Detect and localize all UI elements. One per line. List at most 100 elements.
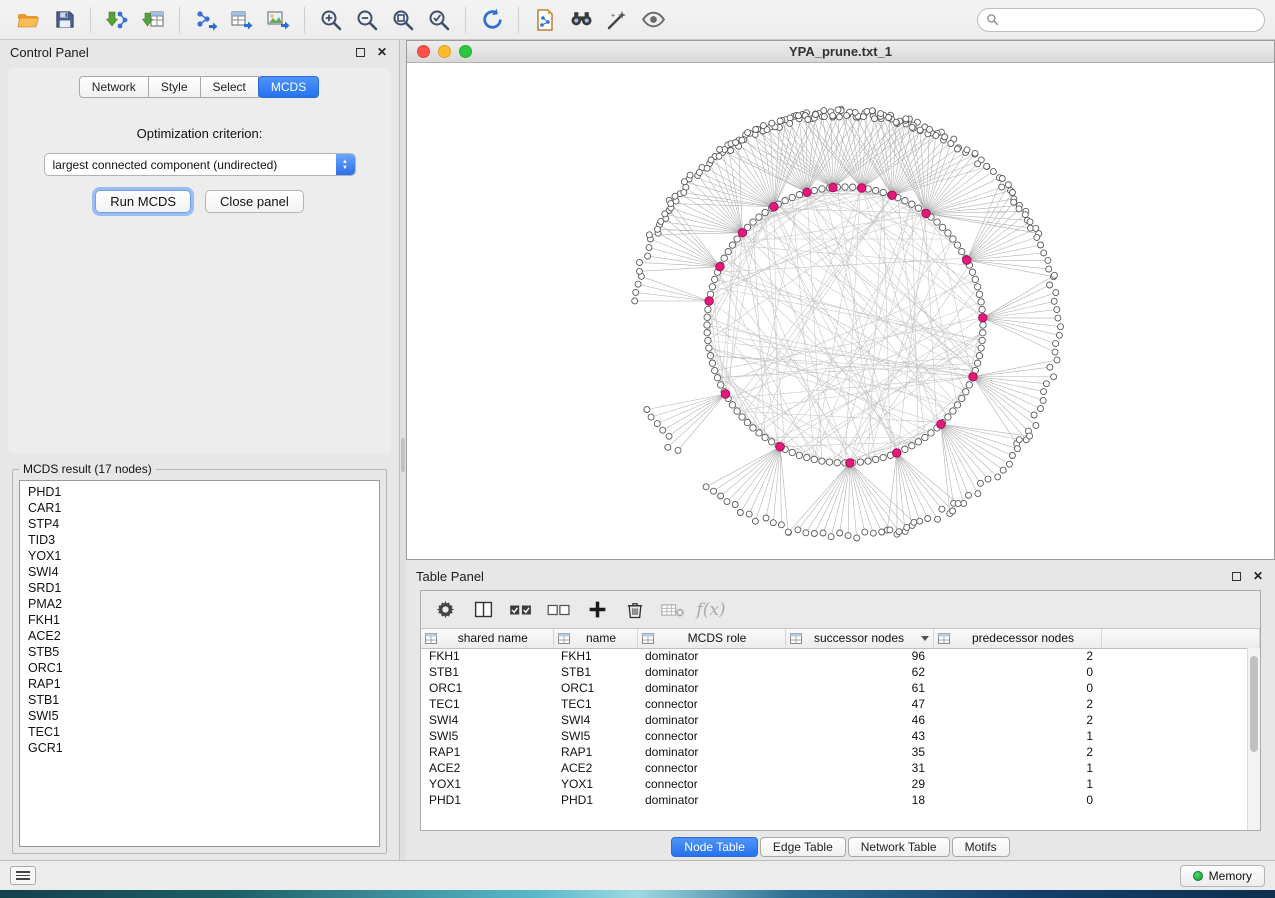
network-node[interactable] — [830, 113, 836, 119]
network-node[interactable] — [703, 484, 709, 490]
network-node[interactable] — [959, 395, 965, 401]
network-node[interactable] — [1046, 266, 1052, 272]
network-node[interactable] — [904, 524, 910, 530]
mcds-result-item[interactable]: CAR1 — [28, 500, 371, 516]
column-header-successor-nodes[interactable]: successor nodes — [785, 629, 933, 648]
table-row[interactable]: PHD1PHD1dominator180 — [421, 792, 1260, 808]
close-panel-icon[interactable]: ✕ — [1251, 569, 1265, 583]
panel-menu-icon[interactable] — [10, 866, 36, 885]
network-node[interactable] — [976, 353, 982, 359]
network-canvas[interactable] — [407, 63, 1274, 559]
network-node[interactable] — [995, 474, 1001, 480]
network-node[interactable] — [672, 193, 678, 199]
network-node[interactable] — [1033, 225, 1039, 231]
mcds-result-item[interactable]: STP4 — [28, 516, 371, 532]
gear-icon[interactable] — [433, 598, 457, 622]
network-node[interactable] — [1038, 406, 1044, 412]
network-node[interactable] — [769, 120, 775, 126]
network-node[interactable] — [1022, 212, 1028, 218]
network-node[interactable] — [972, 150, 978, 156]
network-node[interactable] — [1053, 341, 1059, 347]
mcds-result-item[interactable]: RAP1 — [28, 676, 371, 692]
float-panel-icon[interactable] — [1229, 569, 1243, 583]
style-wand-icon[interactable] — [602, 5, 632, 35]
network-node[interactable] — [646, 232, 652, 238]
network-node[interactable] — [756, 214, 762, 220]
mcds-result-item[interactable]: SWI4 — [28, 564, 371, 580]
mcds-dominator-node[interactable] — [937, 420, 945, 428]
mcds-dominator-node[interactable] — [979, 314, 987, 322]
network-node[interactable] — [789, 449, 795, 455]
import-table-icon[interactable] — [138, 5, 168, 35]
network-node[interactable] — [902, 446, 908, 452]
network-node[interactable] — [681, 179, 687, 185]
network-node[interactable] — [635, 281, 641, 287]
mcds-dominator-node[interactable] — [776, 443, 784, 451]
network-node[interactable] — [770, 520, 776, 526]
network-node[interactable] — [662, 211, 668, 217]
network-node[interactable] — [712, 367, 718, 373]
network-node[interactable] — [1040, 397, 1046, 403]
network-node[interactable] — [837, 530, 843, 536]
network-node[interactable] — [1014, 446, 1020, 452]
network-node[interactable] — [1047, 282, 1053, 288]
network-node[interactable] — [909, 124, 915, 130]
network-node[interactable] — [696, 169, 702, 175]
close-panel-icon[interactable]: ✕ — [375, 45, 389, 59]
mcds-dominator-node[interactable] — [705, 297, 713, 305]
network-node[interactable] — [969, 269, 975, 275]
network-node[interactable] — [750, 425, 756, 431]
save-icon[interactable] — [49, 5, 79, 35]
network-node[interactable] — [974, 284, 980, 290]
zoom-out-icon[interactable] — [352, 5, 382, 35]
network-node[interactable] — [990, 169, 996, 175]
mcds-result-item[interactable]: TEC1 — [28, 724, 371, 740]
network-node[interactable] — [733, 140, 739, 146]
column-header-shared-name[interactable]: shared name — [421, 629, 553, 648]
network-node[interactable] — [950, 508, 956, 514]
network-node[interactable] — [935, 516, 941, 522]
network-node[interactable] — [942, 134, 948, 140]
delete-icon[interactable] — [623, 598, 647, 622]
network-node[interactable] — [787, 120, 793, 126]
network-node[interactable] — [879, 529, 885, 535]
network-node[interactable] — [1006, 461, 1012, 467]
network-node[interactable] — [756, 430, 762, 436]
mcds-result-item[interactable]: STB5 — [28, 644, 371, 660]
network-node[interactable] — [739, 414, 745, 420]
network-node[interactable] — [760, 123, 766, 129]
network-node[interactable] — [878, 111, 884, 117]
network-node[interactable] — [707, 353, 713, 359]
network-node[interactable] — [820, 530, 826, 536]
network-node[interactable] — [925, 516, 931, 522]
network-node[interactable] — [980, 330, 986, 336]
network-node[interactable] — [1053, 290, 1059, 296]
network-node[interactable] — [963, 389, 969, 395]
network-node[interactable] — [862, 529, 868, 535]
network-node[interactable] — [845, 533, 851, 539]
network-node[interactable] — [903, 116, 909, 122]
mcds-result-item[interactable]: FKH1 — [28, 612, 371, 628]
mcds-dominator-node[interactable] — [846, 459, 854, 467]
memory-button[interactable]: Memory — [1180, 865, 1265, 887]
network-node[interactable] — [768, 439, 774, 445]
network-node[interactable] — [704, 314, 710, 320]
select-all-icon[interactable] — [509, 598, 533, 622]
network-node[interactable] — [976, 291, 982, 297]
zoom-selected-icon[interactable] — [424, 5, 454, 35]
network-node[interactable] — [734, 408, 740, 414]
network-node[interactable] — [836, 114, 842, 120]
network-node[interactable] — [1058, 324, 1064, 330]
tab-style[interactable]: Style — [148, 76, 201, 98]
network-node[interactable] — [675, 447, 681, 453]
network-node[interactable] — [909, 443, 915, 449]
network-node[interactable] — [777, 118, 783, 124]
tab-network-table[interactable]: Network Table — [848, 837, 950, 857]
network-node[interactable] — [665, 444, 671, 450]
network-node[interactable] — [746, 511, 752, 517]
network-node[interactable] — [704, 165, 710, 171]
network-node[interactable] — [811, 456, 817, 462]
network-node[interactable] — [873, 187, 879, 193]
network-node[interactable] — [632, 298, 638, 304]
network-node[interactable] — [872, 116, 878, 122]
